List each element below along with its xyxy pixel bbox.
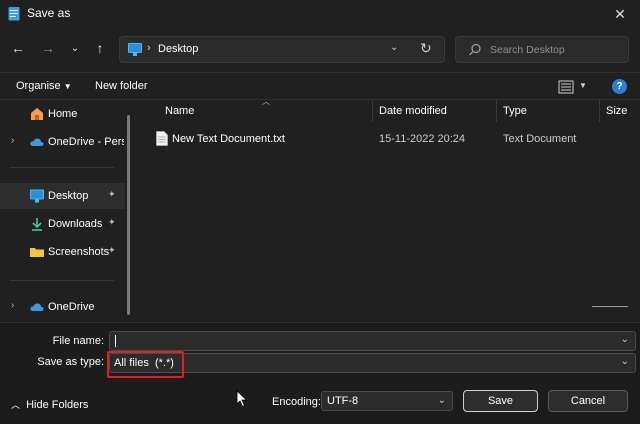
close-icon[interactable]: ✕ bbox=[610, 4, 630, 24]
sidebar-item-label: Home bbox=[48, 108, 78, 120]
encoding-value: UTF-8 bbox=[327, 395, 359, 407]
search-icon bbox=[469, 43, 481, 56]
organise-menu[interactable]: Organise ▼ bbox=[16, 80, 72, 92]
column-header-size[interactable]: Size bbox=[606, 105, 627, 117]
divider bbox=[10, 280, 114, 281]
sidebar-item-label: OneDrive - Perso bbox=[48, 136, 124, 148]
sidebar-item-label: Screenshots bbox=[48, 246, 110, 258]
text-file-icon bbox=[156, 131, 168, 146]
sidebar-item-desktop[interactable]: Desktop ✦ bbox=[0, 183, 125, 209]
file-name-input[interactable]: ⌄ bbox=[109, 331, 636, 351]
chevron-down-icon[interactable]: ⌄ bbox=[621, 356, 629, 367]
file-row-date: 15-11-2022 20:24 bbox=[379, 133, 466, 145]
highlight-box bbox=[107, 351, 184, 378]
sidebar-item-onedrive-personal[interactable]: › OneDrive - Perso bbox=[0, 129, 125, 155]
column-divider[interactable] bbox=[372, 100, 373, 122]
folder-icon bbox=[30, 248, 44, 257]
cloud-icon bbox=[30, 138, 44, 146]
search-input[interactable]: Search Desktop bbox=[490, 44, 565, 56]
file-row-name[interactable]: New Text Document.txt bbox=[172, 133, 285, 145]
cancel-button[interactable]: Cancel bbox=[548, 390, 628, 412]
chevron-up-icon: ︿ bbox=[11, 400, 21, 410]
window-title: Save as bbox=[27, 6, 71, 20]
up-arrow-icon[interactable]: ↑ bbox=[90, 38, 110, 58]
caret-down-icon: ▼ bbox=[63, 82, 72, 91]
hide-folders-label: Hide Folders bbox=[26, 399, 89, 411]
file-name-label: File name: bbox=[52, 335, 104, 347]
column-header-name[interactable]: Name bbox=[165, 105, 194, 117]
address-text: Desktop bbox=[158, 43, 199, 55]
title-bar bbox=[0, 0, 640, 28]
save-button[interactable]: Save bbox=[463, 390, 538, 412]
column-divider[interactable] bbox=[599, 100, 600, 122]
encoding-select[interactable]: UTF-8 ⌄ bbox=[321, 391, 453, 411]
divider bbox=[0, 99, 640, 100]
forward-arrow-icon[interactable]: → bbox=[38, 38, 58, 58]
file-row-type: Text Document bbox=[503, 133, 577, 145]
home-icon bbox=[31, 108, 43, 120]
column-header-type[interactable]: Type bbox=[503, 105, 527, 117]
column-header-date[interactable]: Date modified bbox=[379, 105, 447, 117]
desktop-icon bbox=[30, 189, 44, 203]
new-folder-button[interactable]: New folder bbox=[95, 80, 148, 92]
organise-label: Organise bbox=[16, 80, 61, 92]
mouse-pointer-icon bbox=[236, 390, 248, 408]
encoding-label: Encoding: bbox=[272, 396, 321, 408]
sidebar-item-label: Downloads bbox=[48, 218, 103, 230]
divider bbox=[10, 167, 114, 168]
help-icon[interactable]: ? bbox=[612, 79, 627, 94]
caret-down-icon[interactable]: ▼ bbox=[579, 81, 587, 90]
chevron-down-icon[interactable]: ⌄ bbox=[65, 39, 85, 59]
sort-caret-icon: ︿ bbox=[262, 97, 270, 106]
column-divider[interactable] bbox=[496, 100, 497, 122]
view-list-icon[interactable] bbox=[558, 80, 574, 94]
download-icon bbox=[32, 218, 42, 231]
sidebar-item-screenshots[interactable]: Screenshots ✦ bbox=[0, 239, 125, 265]
sidebar-item-home[interactable]: Home bbox=[0, 101, 125, 127]
sidebar-scrollbar[interactable] bbox=[127, 115, 130, 315]
chevron-right-icon[interactable]: › bbox=[11, 135, 14, 146]
desktop-icon bbox=[128, 43, 142, 56]
breadcrumb-chevron-icon: › bbox=[147, 42, 151, 54]
pin-icon: ✦ bbox=[108, 189, 116, 199]
chevron-right-icon[interactable]: › bbox=[11, 300, 14, 311]
cloud-icon bbox=[30, 303, 44, 311]
refresh-icon[interactable]: ↻ bbox=[420, 40, 432, 57]
pin-icon: ✦ bbox=[108, 217, 116, 227]
pin-icon: ✦ bbox=[108, 245, 116, 255]
divider bbox=[0, 72, 640, 73]
sidebar-item-onedrive[interactable]: › OneDrive bbox=[0, 294, 125, 320]
search-box[interactable]: Search Desktop bbox=[455, 36, 629, 63]
hide-folders-button[interactable]: ︿ Hide Folders bbox=[11, 398, 88, 411]
sidebar-item-label: Desktop bbox=[48, 190, 89, 202]
back-arrow-icon[interactable]: ← bbox=[8, 38, 28, 58]
notepad-icon bbox=[8, 7, 20, 21]
chevron-down-icon[interactable]: ⌄ bbox=[438, 395, 446, 406]
chevron-down-icon[interactable]: ⌄ bbox=[390, 42, 398, 53]
chevron-down-icon[interactable]: ⌄ bbox=[621, 334, 629, 345]
sidebar-item-downloads[interactable]: Downloads ✦ bbox=[0, 211, 125, 237]
sidebar-item-label: OneDrive bbox=[48, 301, 95, 313]
save-as-type-select[interactable]: All files (*.*) ⌄ bbox=[109, 353, 636, 373]
text-caret bbox=[115, 335, 116, 347]
list-scrollbar[interactable] bbox=[592, 306, 628, 307]
address-bar[interactable]: › Desktop ⌄ ↻ bbox=[119, 36, 445, 63]
save-as-type-label: Save as type: bbox=[37, 356, 104, 368]
